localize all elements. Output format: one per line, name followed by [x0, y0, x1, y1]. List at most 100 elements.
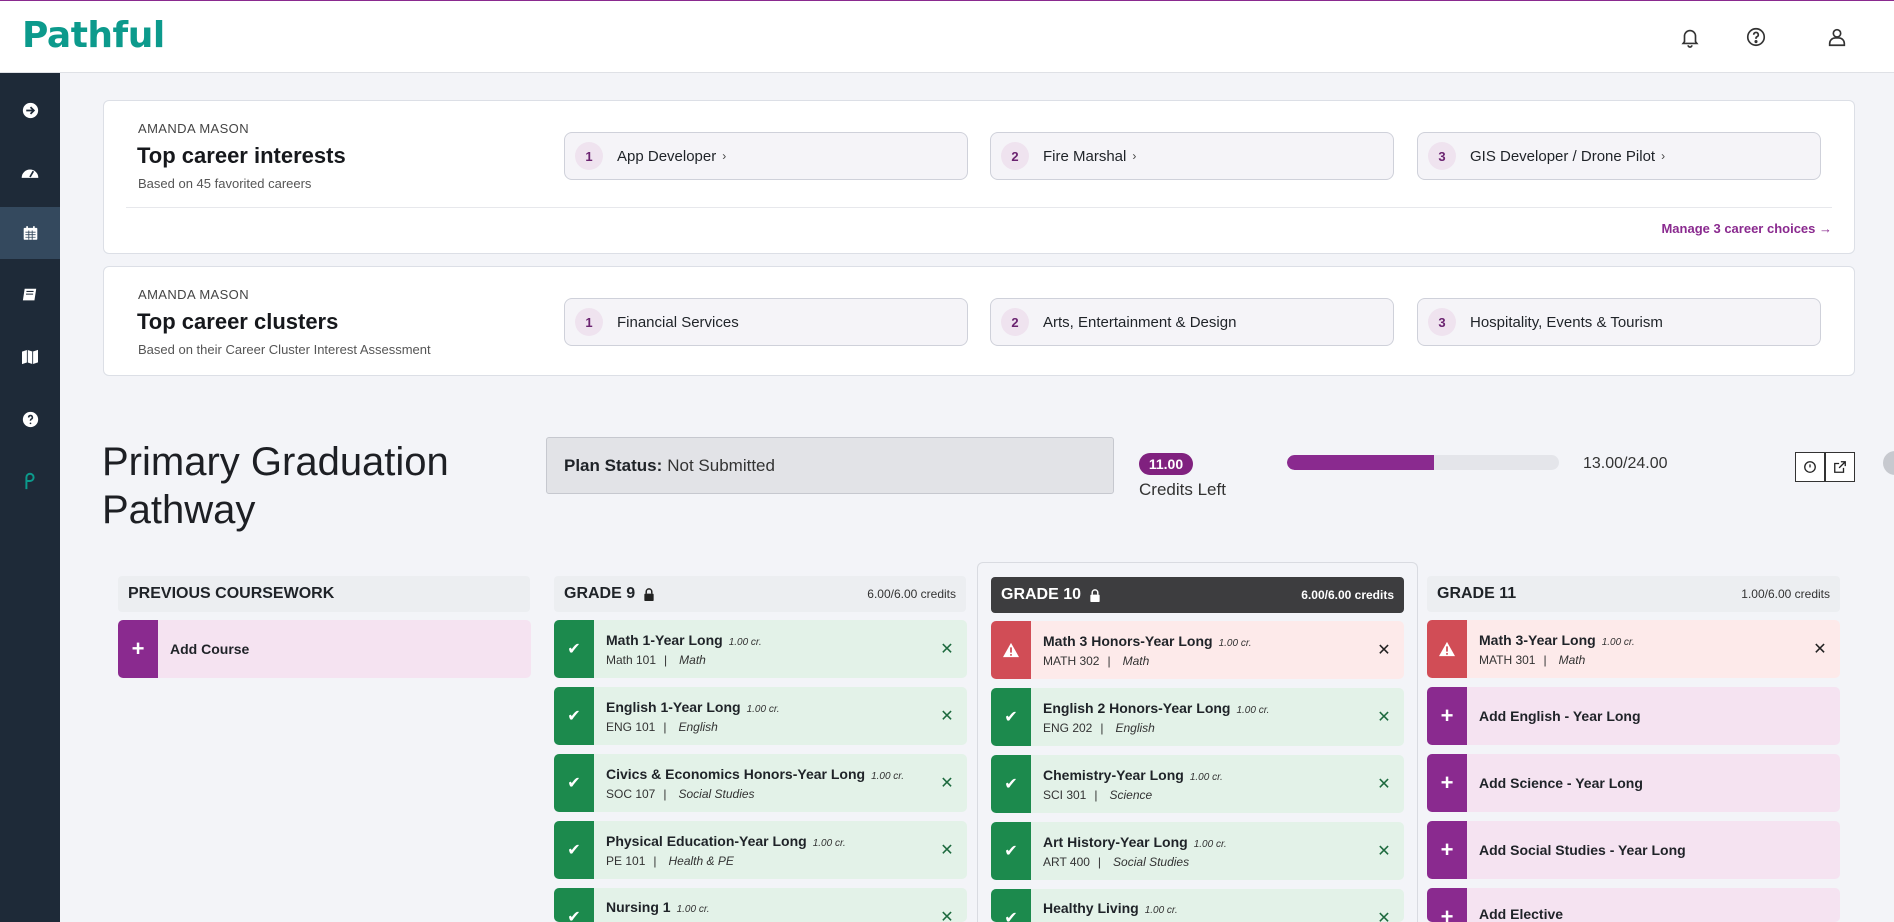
bell-icon[interactable]	[1676, 23, 1704, 51]
remove-course-icon[interactable]: ✕	[927, 888, 967, 922]
course-card[interactable]: ✔ Civics & Economics Honors-Year Long 1.0…	[554, 754, 967, 812]
remove-course-icon[interactable]: ✕	[1800, 620, 1840, 678]
add-label: Add English - Year Long	[1479, 708, 1641, 724]
remove-course-icon[interactable]: ✕	[927, 821, 967, 879]
course-code: MATH 302	[1043, 653, 1100, 668]
career-label: GIS Developer / Drone Pilot	[1470, 147, 1656, 165]
remove-course-icon[interactable]: ✕	[927, 754, 967, 812]
rank-badge: 3	[1428, 142, 1456, 170]
help-icon[interactable]	[1742, 23, 1770, 51]
warning-icon	[991, 621, 1031, 679]
help-circle-icon[interactable]	[0, 393, 60, 445]
add-science-button[interactable]: + Add Science - Year Long	[1427, 754, 1840, 812]
student-name: AMANDA MASON	[138, 121, 249, 136]
course-card[interactable]: ✔ Art History-Year Long 1.00 cr. ART 400 |…	[991, 822, 1404, 880]
pathful-logo[interactable]: Pathful	[22, 15, 165, 56]
career-label: Fire Marshal	[1043, 147, 1127, 165]
course-credits: 1.00 cr.	[812, 837, 846, 849]
add-course-button[interactable]: + Add Course	[118, 620, 531, 678]
course-card[interactable]: ✔ English 2 Honors-Year Long 1.00 cr. ENG…	[991, 688, 1404, 746]
check-icon: ✔	[991, 822, 1031, 880]
book-icon[interactable]	[0, 269, 60, 321]
course-card[interactable]: ✔ Math 1-Year Long 1.00 cr. Math 101 | Math…	[554, 620, 967, 678]
open-external-button[interactable]	[1825, 452, 1855, 482]
pathful-icon[interactable]	[0, 455, 60, 507]
course-name: Civics & Economics Honors-Year Long	[606, 765, 866, 782]
manage-career-choices-link[interactable]: Manage 3 career choices →	[1661, 221, 1832, 236]
add-elective-button[interactable]: + Add Elective	[1427, 888, 1840, 922]
course-card[interactable]: ✔ Physical Education-Year Long 1.00 cr. P…	[554, 821, 967, 879]
course-credits: 1.00 cr.	[871, 770, 905, 782]
course-code: ART 400	[1043, 854, 1090, 869]
grade-credits: 6.00/6.00 credits	[867, 587, 956, 601]
plus-icon: +	[1427, 687, 1467, 745]
course-card[interactable]: ✔ Healthy Living 1.00 cr. ✕	[991, 889, 1404, 922]
course-card[interactable]: Math 3 Honors-Year Long 1.00 cr. MATH 302…	[991, 621, 1404, 679]
career-interest-item[interactable]: 3 GIS Developer / Drone Pilot ›	[1417, 132, 1821, 180]
grade-credits: 1.00/6.00 credits	[1741, 587, 1830, 601]
career-cluster-item[interactable]: 1 Financial Services	[564, 298, 968, 346]
career-interests-card: AMANDA MASON Top career interests Based …	[103, 100, 1855, 254]
remove-course-icon[interactable]: ✕	[927, 620, 967, 678]
cluster-label: Arts, Entertainment & Design	[1043, 313, 1237, 331]
career-interest-item[interactable]: 1 App Developer ›	[564, 132, 968, 180]
lock-icon	[1090, 588, 1100, 602]
calendar-icon[interactable]	[0, 207, 60, 259]
course-name: English 1-Year Long	[606, 698, 741, 715]
career-interest-item[interactable]: 2 Fire Marshal ›	[990, 132, 1394, 180]
check-icon: ✔	[991, 889, 1031, 922]
student-name: AMANDA MASON	[138, 287, 249, 302]
course-name: Chemistry-Year Long	[1043, 766, 1184, 783]
course-name: Art History-Year Long	[1043, 833, 1188, 850]
remove-course-icon[interactable]: ✕	[1364, 889, 1404, 922]
course-code: SOC 107	[606, 786, 656, 801]
rank-badge: 2	[1001, 142, 1029, 170]
course-credits: 1.00 cr.	[1218, 637, 1252, 649]
course-code: PE 101	[606, 853, 646, 868]
remove-course-icon[interactable]: ✕	[1364, 822, 1404, 880]
credits-left-badge: 11.00	[1139, 453, 1193, 475]
add-label: Add Social Studies - Year Long	[1479, 842, 1686, 858]
rank-badge: 1	[575, 142, 603, 170]
course-code: SCI 301	[1043, 787, 1087, 802]
plus-icon: +	[1427, 821, 1467, 879]
lock-icon	[644, 587, 654, 601]
add-social-studies-button[interactable]: + Add Social Studies - Year Long	[1427, 821, 1840, 879]
career-clusters-card: AMANDA MASON Top career clusters Based o…	[103, 266, 1855, 376]
user-icon[interactable]	[1823, 23, 1851, 51]
course-credits: 1.00 cr.	[728, 636, 762, 648]
course-card[interactable]: ✔ Chemistry-Year Long 1.00 cr. SCI 301 | Sc…	[991, 755, 1404, 813]
remove-course-icon[interactable]: ✕	[1364, 621, 1404, 679]
grade-10-header: GRADE 10 6.00/6.00 credits	[991, 577, 1404, 613]
course-subject: Social Studies	[678, 786, 755, 801]
history-button[interactable]	[1795, 452, 1825, 482]
grade-title: GRADE 11	[1437, 585, 1517, 602]
cluster-label: Financial Services	[617, 313, 739, 331]
course-credits: 1.00 cr.	[1601, 636, 1635, 648]
rank-badge: 1	[575, 308, 603, 336]
add-english-button[interactable]: + Add English - Year Long	[1427, 687, 1840, 745]
course-card[interactable]: Math 3-Year Long 1.00 cr. MATH 301 | Math ✕	[1427, 620, 1840, 678]
map-icon[interactable]	[0, 331, 60, 383]
career-cluster-item[interactable]: 2 Arts, Entertainment & Design	[990, 298, 1394, 346]
grade-title: GRADE 10	[1001, 586, 1082, 603]
course-subject: Science	[1109, 787, 1153, 802]
course-card[interactable]: ✔ English 1-Year Long 1.00 cr. ENG 101 | En…	[554, 687, 967, 745]
grade-9-header: GRADE 9 6.00/6.00 credits	[554, 576, 966, 612]
check-icon: ✔	[554, 754, 594, 812]
course-name: Physical Education-Year Long	[606, 832, 807, 849]
check-icon: ✔	[991, 755, 1031, 813]
remove-course-icon[interactable]: ✕	[1364, 755, 1404, 813]
course-card[interactable]: ✔ Nursing 1 1.00 cr. ✕	[554, 888, 967, 922]
dashboard-icon[interactable]	[0, 146, 60, 198]
grade-credits: 6.00/6.00 credits	[1301, 588, 1394, 602]
remove-course-icon[interactable]: ✕	[927, 687, 967, 745]
career-cluster-item[interactable]: 3 Hospitality, Events & Tourism	[1417, 298, 1821, 346]
remove-course-icon[interactable]: ✕	[1364, 688, 1404, 746]
course-name: Healthy Living	[1043, 900, 1139, 916]
navigate-arrow-icon[interactable]	[0, 84, 60, 136]
course-subject: Math	[679, 652, 706, 667]
add-label: Add Course	[170, 641, 250, 657]
scroll-handle[interactable]	[1883, 451, 1894, 475]
course-credits: 1.00 cr.	[676, 904, 710, 915]
